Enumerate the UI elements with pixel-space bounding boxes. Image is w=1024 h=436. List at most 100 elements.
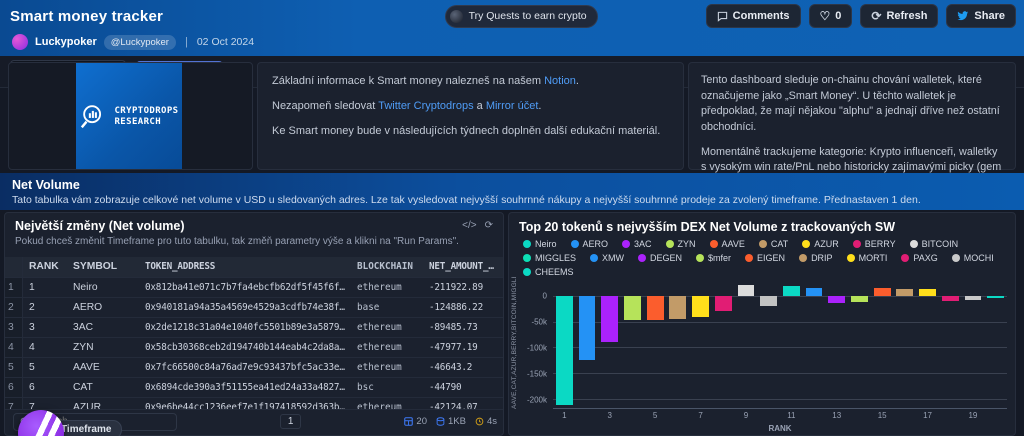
chart-bar[interactable] xyxy=(987,296,1004,299)
chart-bar[interactable] xyxy=(919,289,936,295)
legend-item[interactable]: AERO xyxy=(571,239,609,249)
legend-item[interactable]: MORTI xyxy=(847,253,888,263)
column-header[interactable]: BLOCKCHAIN xyxy=(351,257,423,277)
legend-label: AZUR xyxy=(814,239,839,249)
table-cell: CAT xyxy=(67,378,139,397)
legend-label: MORTI xyxy=(859,253,888,263)
comments-button[interactable]: Comments xyxy=(706,4,801,28)
column-header[interactable] xyxy=(5,257,23,277)
legend-label: BITCOIN xyxy=(922,239,959,249)
chart-bar[interactable] xyxy=(647,296,664,320)
chart-bar[interactable] xyxy=(738,285,755,295)
chart-bar[interactable] xyxy=(942,296,959,301)
table-cell: 7 xyxy=(23,398,67,409)
dashboard-page: Smart money tracker Try Quests to earn c… xyxy=(0,0,1024,436)
table-row: 66CAT0x6894cde390a3f51155ea41ed24a33a482… xyxy=(5,378,504,398)
chart-bar[interactable] xyxy=(965,296,982,300)
author-handle-badge[interactable]: @Luckypoker xyxy=(104,35,176,50)
legend-item[interactable]: 3AC xyxy=(622,239,652,249)
legend-item[interactable]: PAXG xyxy=(901,253,937,263)
header: Smart money tracker Try Quests to earn c… xyxy=(0,0,1024,33)
banner-title: Net Volume xyxy=(12,178,1012,192)
table-cell: -44790 xyxy=(423,378,504,397)
table-cell: -46643.2 xyxy=(423,358,504,377)
legend-label: BERRY xyxy=(865,239,896,249)
column-header[interactable]: TOKEN_ADDRESS xyxy=(139,257,351,277)
table-row: 11Neiro0x812ba41e071c7b7fa4ebcfb62df5f45… xyxy=(5,278,504,298)
table-cell: 0x7fc66500c84a76ad7e9c93437bfc5ac33e2dda… xyxy=(139,358,351,377)
table-header-row: RANKSYMBOLTOKEN_ADDRESSBLOCKCHAINNET_AMO… xyxy=(5,257,504,278)
column-header[interactable]: RANK xyxy=(23,257,67,277)
bar-slot xyxy=(757,277,780,408)
comment-bubble-icon xyxy=(717,11,728,22)
chart-bar[interactable] xyxy=(760,296,777,306)
chart-bar[interactable] xyxy=(579,296,596,361)
legend-item[interactable]: Neiro xyxy=(523,239,557,249)
legend-item[interactable]: ZYN xyxy=(666,239,696,249)
table-cell: 0x58cb30368ceb2d194740b144eab4c2da8a917d… xyxy=(139,338,351,357)
quests-button[interactable]: Try Quests to earn crypto xyxy=(445,5,598,28)
legend-item[interactable]: DRIP xyxy=(799,253,833,263)
x-tick-label: 3 xyxy=(608,411,612,420)
legend-item[interactable]: MIGGLES xyxy=(523,253,576,263)
like-button[interactable]: ♡ 0 xyxy=(809,4,853,28)
bars-container xyxy=(553,277,1007,408)
legend-dot-icon xyxy=(802,240,810,248)
legend-dot-icon xyxy=(622,240,630,248)
legend-item[interactable]: DEGEN xyxy=(638,253,682,263)
banner-description: Tato tabulka vám zobrazuje celkové net v… xyxy=(12,194,1012,206)
table-cell: ZYN xyxy=(67,338,139,357)
legend-dot-icon xyxy=(590,254,598,262)
legend-item[interactable]: AAVE xyxy=(710,239,745,249)
legend-item[interactable]: CHEEMS xyxy=(523,267,574,277)
share-button[interactable]: Share xyxy=(946,4,1016,28)
chart-bar[interactable] xyxy=(692,296,709,318)
legend-item[interactable]: BITCOIN xyxy=(910,239,959,249)
chart-bar[interactable] xyxy=(896,289,913,296)
bar-slot xyxy=(576,277,599,408)
chart-bar[interactable] xyxy=(851,296,868,303)
notion-link[interactable]: Notion xyxy=(544,75,576,87)
bar-slot xyxy=(598,277,621,408)
refresh-button[interactable]: ⟳ Refresh xyxy=(860,4,938,28)
author-name[interactable]: Luckypoker xyxy=(35,36,97,48)
heart-icon: ♡ xyxy=(820,10,831,22)
row-count-stat: 20 xyxy=(404,416,427,427)
column-header[interactable]: SYMBOL xyxy=(67,257,139,277)
chart-bar[interactable] xyxy=(783,286,800,295)
twitter-cryptodrops-link[interactable]: Twitter Cryptodrops xyxy=(378,100,473,112)
net-volume-banner: Net Volume Tato tabulka vám zobrazuje ce… xyxy=(0,173,1024,210)
legend-item[interactable]: BERRY xyxy=(853,239,896,249)
author-avatar[interactable] xyxy=(12,34,28,50)
legend-label: Neiro xyxy=(535,239,557,249)
bar-slot xyxy=(780,277,803,408)
size-stat: 1KB xyxy=(436,416,466,427)
chart-bar[interactable] xyxy=(669,296,686,319)
mirror-link[interactable]: Mirror účet xyxy=(486,100,539,112)
chart-bar[interactable] xyxy=(601,296,618,342)
chart-bar[interactable] xyxy=(806,288,823,296)
table-cell: 1 xyxy=(23,278,67,297)
legend-item[interactable]: MOCHI xyxy=(952,253,994,263)
pagination-page[interactable]: 1 xyxy=(280,414,302,429)
legend-item[interactable]: $mfer xyxy=(696,253,731,263)
bar-slot xyxy=(735,277,758,408)
legend-label: DEGEN xyxy=(650,253,682,263)
magnifier-chart-icon xyxy=(79,102,109,132)
clock-icon xyxy=(475,417,484,426)
table-refresh-icon[interactable]: ⟳ xyxy=(485,220,493,231)
chart-bar[interactable] xyxy=(874,288,891,295)
column-header[interactable]: NET_AMOUNT_USD xyxy=(423,257,504,277)
chart-bar[interactable] xyxy=(556,296,573,406)
embed-code-icon[interactable]: </> xyxy=(462,220,476,231)
legend-item[interactable]: CAT xyxy=(759,239,788,249)
chart-bar[interactable] xyxy=(828,296,845,303)
legend-label: DRIP xyxy=(811,253,833,263)
legend-item[interactable]: XMW xyxy=(590,253,624,263)
legend-dot-icon xyxy=(799,254,807,262)
legend-dot-icon xyxy=(523,254,531,262)
chart-bar[interactable] xyxy=(624,296,641,321)
chart-bar[interactable] xyxy=(715,296,732,311)
legend-item[interactable]: AZUR xyxy=(802,239,839,249)
legend-item[interactable]: EIGEN xyxy=(745,253,785,263)
